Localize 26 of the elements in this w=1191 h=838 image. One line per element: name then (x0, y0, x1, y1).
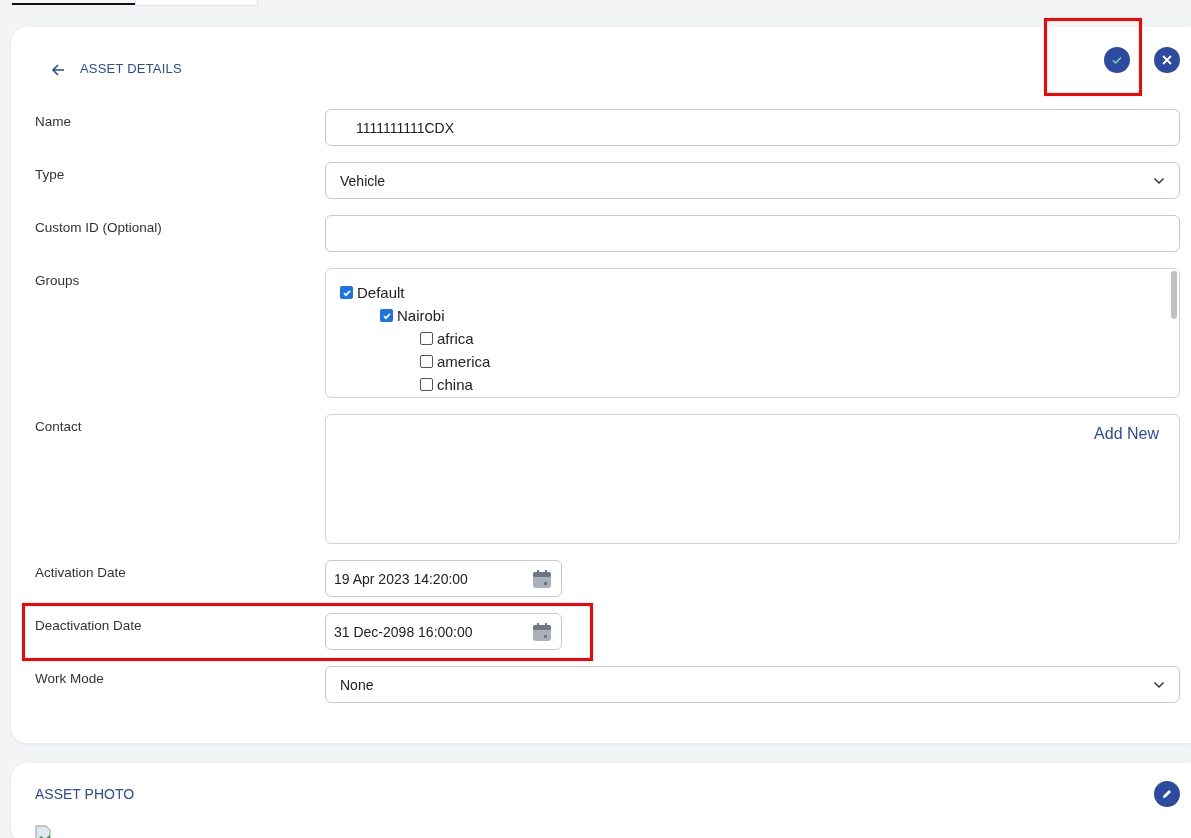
dropdown-value: None (340, 676, 374, 693)
tree-item-label: china (437, 376, 473, 393)
section-title: ASSET PHOTO (35, 786, 135, 802)
field-label: Type (35, 166, 66, 184)
date-value: 31 Dec-2098 16:00:00 (334, 623, 473, 640)
field-label: Groups (35, 272, 81, 290)
tree-item-label: Nairobi (397, 307, 445, 324)
field-label: Name (35, 113, 72, 131)
field-label: Work Mode (35, 670, 105, 688)
field-label: Deactivation Date (35, 617, 143, 635)
section-title: ASSET DETAILS (80, 60, 182, 76)
dropdown-field[interactable]: None (325, 666, 1180, 703)
date-field[interactable]: 19 Apr 2023 14:20:00 (325, 560, 562, 597)
add-new-link[interactable]: Add New (1094, 425, 1159, 443)
dropdown-value: Vehicle (340, 172, 386, 189)
field-label: Custom ID (Optional) (35, 219, 163, 237)
date-value: 19 Apr 2023 14:20:00 (334, 570, 468, 587)
tree-item-label: africa (437, 330, 474, 347)
tree-item-label: Default (357, 284, 405, 301)
tree-item-label: america (437, 353, 491, 370)
text-field[interactable]: 1111111111CDX (325, 109, 1180, 146)
field-label: Contact (35, 418, 83, 436)
field-label: Activation Date (35, 564, 127, 582)
groups-list[interactable]: Default Nairobi africa america china (325, 268, 1180, 398)
dropdown-field[interactable]: Vehicle (325, 162, 1180, 199)
date-field[interactable]: 31 Dec-2098 16:00:00 (325, 613, 562, 650)
